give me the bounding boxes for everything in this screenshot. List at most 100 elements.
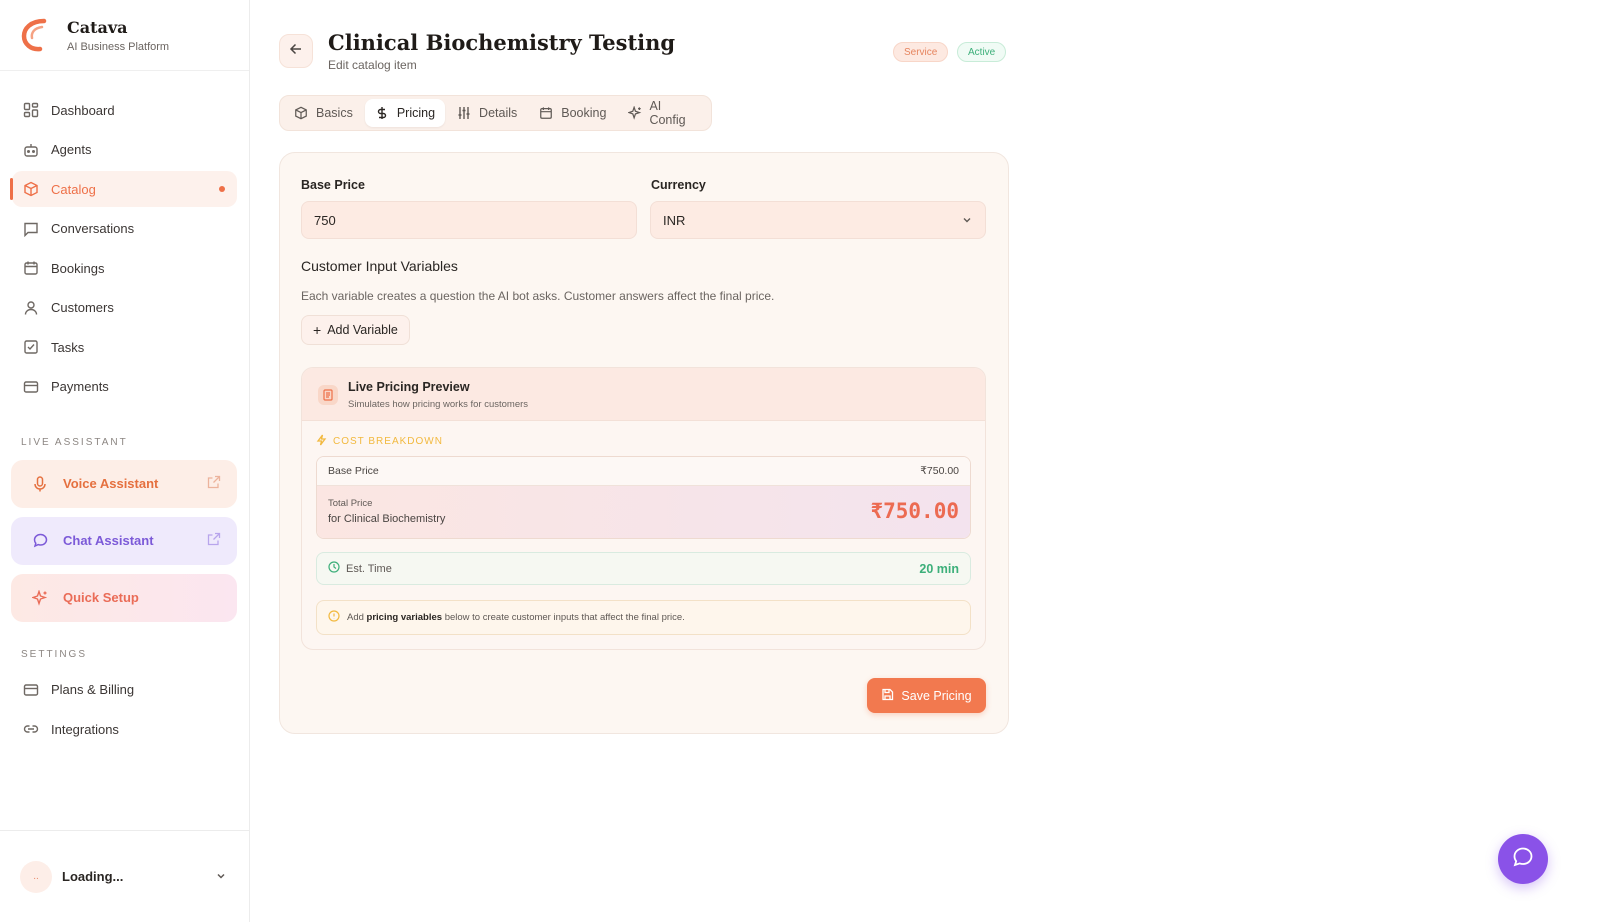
active-indicator-dot bbox=[219, 186, 225, 192]
dollar-icon bbox=[375, 106, 390, 121]
sidebar-item-plans-billing[interactable]: Plans & Billing bbox=[12, 672, 237, 708]
save-icon bbox=[881, 688, 894, 704]
card-icon bbox=[22, 378, 40, 396]
variables-section-desc: Each variable creates a question the AI … bbox=[301, 289, 775, 303]
sidebar-item-label: Plans & Billing bbox=[51, 682, 135, 697]
currency-select[interactable]: INR bbox=[650, 201, 986, 239]
add-variable-button[interactable]: + Add Variable bbox=[301, 315, 410, 345]
preview-header: Live Pricing Preview Simulates how prici… bbox=[302, 368, 985, 421]
chat-widget-button[interactable] bbox=[1498, 834, 1548, 884]
status-badge: Active bbox=[957, 42, 1007, 62]
lightning-icon bbox=[316, 434, 327, 449]
cost-breakdown-text: COST BREAKDOWN bbox=[333, 436, 443, 447]
tab-label: Details bbox=[479, 106, 518, 120]
variables-section-title: Customer Input Variables bbox=[301, 258, 458, 274]
est-time-label: Est. Time bbox=[346, 562, 392, 575]
card-icon bbox=[22, 681, 40, 699]
quick-setup-label: Quick Setup bbox=[63, 590, 139, 605]
clock-icon bbox=[328, 560, 340, 578]
sidebar-item-payments[interactable]: Payments bbox=[12, 369, 237, 405]
tab-ai-config[interactable]: AI Config bbox=[618, 99, 705, 127]
sidebar-item-label: Payments bbox=[51, 379, 109, 394]
tab-label: Pricing bbox=[396, 106, 436, 120]
currency-label: Currency bbox=[651, 178, 706, 192]
cost-breakdown-label: COST BREAKDOWN bbox=[316, 434, 443, 449]
live-pricing-preview: Live Pricing Preview Simulates how prici… bbox=[301, 367, 986, 650]
preview-subtitle: Simulates how pricing works for customer… bbox=[348, 399, 529, 410]
sidebar-item-label: Customers bbox=[51, 300, 114, 315]
sidebar-item-agents[interactable]: Agents bbox=[12, 132, 237, 168]
voice-assistant-label: Voice Assistant bbox=[63, 476, 159, 491]
chat-assistant-label: Chat Assistant bbox=[63, 533, 154, 548]
sidebar-item-dashboard[interactable]: Dashboard bbox=[12, 92, 237, 128]
settings-section-label: SETTINGS bbox=[21, 648, 88, 660]
cost-breakdown-table: Base Price ₹750.00 Total Price for Clini… bbox=[316, 456, 971, 539]
tab-label: Booking bbox=[561, 106, 607, 120]
sidebar-item-label: Conversations bbox=[51, 221, 135, 236]
brand-header: Catava AI Business Platform bbox=[0, 0, 249, 71]
message-icon bbox=[22, 220, 40, 238]
dashboard-icon bbox=[22, 101, 40, 119]
total-price-row: Total Price for Clinical Biochemistry ₹7… bbox=[317, 486, 970, 538]
base-price-input[interactable]: 750 bbox=[301, 201, 637, 239]
voice-assistant-card[interactable]: Voice Assistant bbox=[11, 459, 237, 508]
base-price-label: Base Price bbox=[301, 178, 365, 192]
brand-name: Catava bbox=[67, 17, 128, 37]
add-variable-label: Add Variable bbox=[327, 323, 398, 337]
user-menu[interactable]: .. Loading... bbox=[0, 830, 249, 922]
sidebar-item-catalog[interactable]: Catalog bbox=[10, 171, 237, 207]
save-pricing-label: Save Pricing bbox=[901, 688, 972, 703]
sidebar-item-label: Tasks bbox=[51, 339, 85, 355]
tab-booking[interactable]: Booking bbox=[529, 99, 616, 127]
type-badge: Service bbox=[893, 42, 949, 62]
arrow-left-icon bbox=[289, 42, 303, 61]
page-subtitle: Edit catalog item bbox=[328, 58, 417, 72]
chat-bubble-icon bbox=[31, 532, 49, 550]
sidebar-item-label: Bookings bbox=[51, 260, 105, 276]
base-price-row: Base Price ₹750.00 bbox=[317, 457, 970, 486]
plus-icon: + bbox=[313, 322, 322, 338]
page-title: Clinical Biochemistry Testing bbox=[328, 30, 676, 55]
sidebar-item-integrations[interactable]: Integrations bbox=[12, 711, 237, 747]
tab-pricing[interactable]: Pricing bbox=[364, 99, 446, 127]
chat-assistant-card[interactable]: Chat Assistant bbox=[11, 516, 237, 565]
chat-bubble-icon bbox=[1512, 846, 1534, 873]
pricing-card: Base Price 750 Currency INR Customer Inp… bbox=[279, 152, 1009, 734]
note-prefix: Add bbox=[347, 612, 364, 623]
main-content: Clinical Biochemistry Testing Edit catal… bbox=[250, 0, 1600, 922]
info-icon bbox=[328, 610, 340, 625]
settings-nav: Plans & Billing Integrations bbox=[0, 672, 249, 748]
tab-bar: Basics Pricing Details Booking AI Config bbox=[279, 95, 712, 131]
tab-details[interactable]: Details bbox=[447, 99, 527, 127]
save-pricing-button[interactable]: Save Pricing bbox=[867, 678, 986, 713]
sidebar-item-bookings[interactable]: Bookings bbox=[12, 250, 237, 286]
total-price-label: Total Price bbox=[328, 498, 373, 509]
total-price-for: for Clinical Biochemistry bbox=[328, 513, 446, 525]
sidebar-item-label: Dashboard bbox=[51, 102, 115, 118]
box-icon bbox=[22, 180, 40, 198]
checkbox-icon bbox=[22, 338, 40, 356]
sidebar-item-label: Integrations bbox=[51, 721, 119, 737]
box-icon bbox=[294, 106, 309, 121]
calendar-icon bbox=[22, 259, 40, 277]
quick-setup-card[interactable]: Quick Setup bbox=[11, 573, 237, 622]
sidebar-item-conversations[interactable]: Conversations bbox=[12, 211, 237, 247]
tab-basics[interactable]: Basics bbox=[284, 99, 363, 127]
calendar-icon bbox=[539, 106, 554, 121]
back-button[interactable] bbox=[279, 34, 313, 68]
live-assistant-section-label: LIVE ASSISTANT bbox=[21, 436, 128, 448]
tab-label: AI Config bbox=[649, 99, 686, 127]
sparkle-icon bbox=[31, 589, 49, 607]
external-link-icon[interactable] bbox=[207, 532, 223, 548]
sidebar-item-tasks[interactable]: Tasks bbox=[12, 329, 237, 365]
external-link-icon[interactable] bbox=[207, 475, 223, 491]
user-icon bbox=[22, 299, 40, 317]
sidebar-item-customers[interactable]: Customers bbox=[12, 290, 237, 326]
avatar: .. bbox=[20, 860, 52, 893]
preview-title: Live Pricing Preview bbox=[348, 380, 470, 394]
currency-value: INR bbox=[663, 212, 686, 228]
brand-tagline: AI Business Platform bbox=[67, 40, 170, 53]
total-price-value: ₹750.00 bbox=[870, 499, 959, 523]
receipt-icon bbox=[318, 385, 338, 405]
microphone-icon bbox=[31, 475, 49, 493]
